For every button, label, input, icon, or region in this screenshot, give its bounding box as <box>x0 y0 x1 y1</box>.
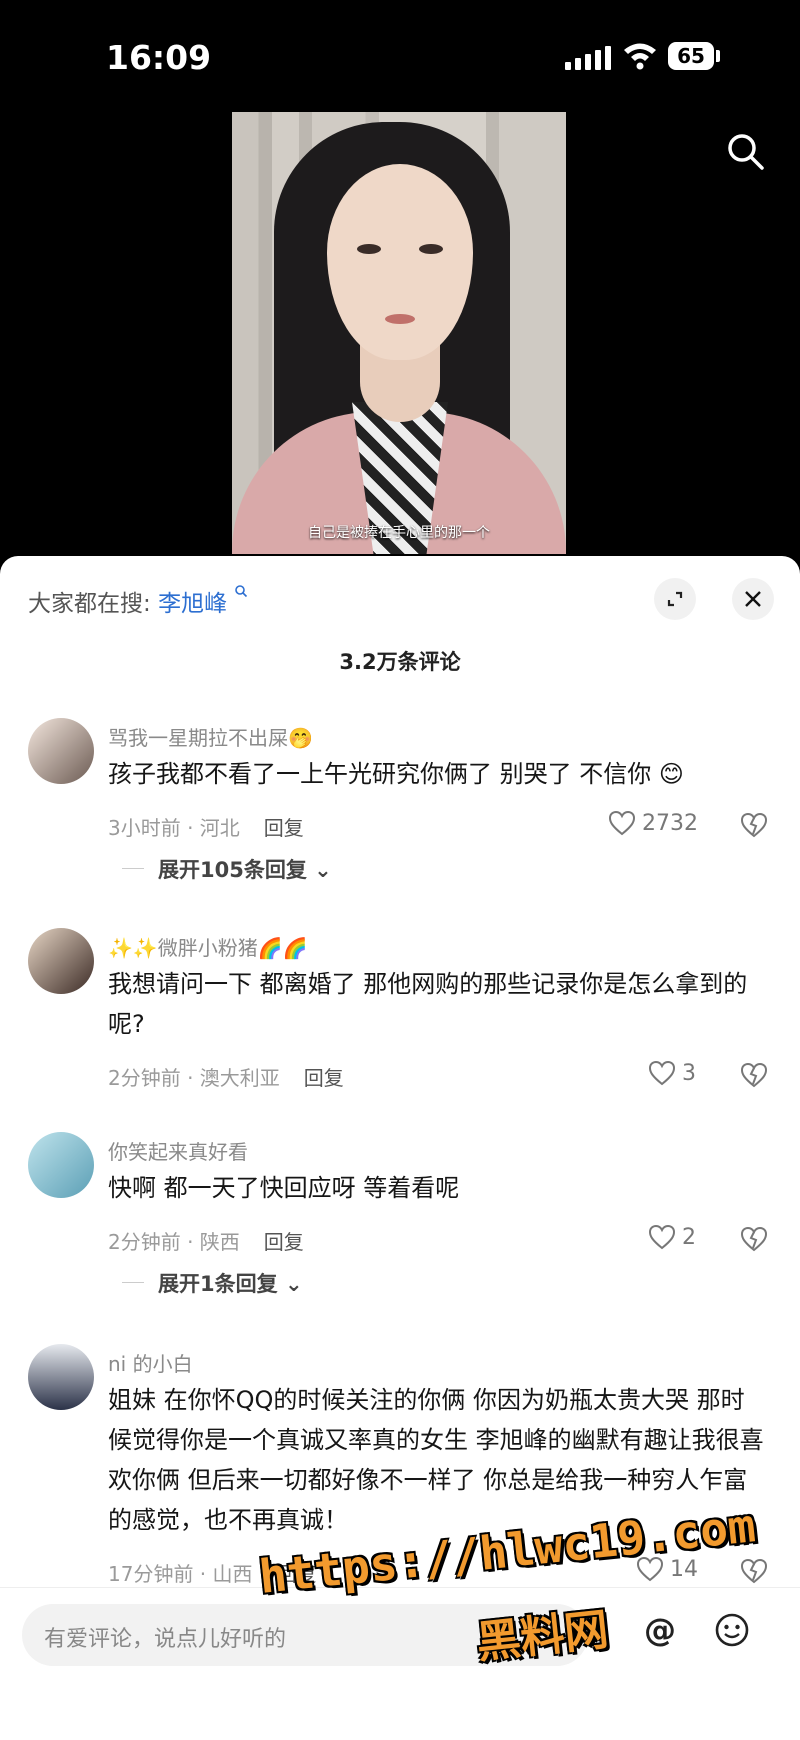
comment-time-location: 2分钟前 · 澳大利亚 <box>108 1066 280 1090</box>
heart-icon <box>648 1060 676 1086</box>
close-panel-button[interactable] <box>732 578 774 620</box>
comment-text: 孩子我都不看了一上午光研究你俩了 别哭了 不信你 😊 <box>108 760 684 788</box>
like-button[interactable]: 3 <box>648 1060 696 1086</box>
chevron-down-icon: ⌄ <box>314 858 332 882</box>
status-bar: 16:09 65 <box>0 0 800 110</box>
hot-search[interactable]: 大家都在搜: 李旭峰 <box>28 584 248 618</box>
comment-time-location: 3小时前 · 河北 <box>108 816 240 840</box>
video-subtitle: 自己是被捧在手心里的那一个 <box>308 525 490 541</box>
eye-right <box>419 244 443 254</box>
comment-input-bar: 有爱评论，说点儿好听的 @ <box>0 1587 800 1740</box>
watermark-name: 黑料网 <box>474 1604 611 1669</box>
avatar[interactable] <box>28 928 94 994</box>
comment-time-location: 17分钟前 · 山西 <box>108 1562 253 1586</box>
comment-username[interactable]: 骂我一星期拉不出屎🤭 <box>108 722 313 751</box>
reply-button[interactable]: 回复 <box>304 1066 344 1090</box>
heart-icon <box>648 1224 676 1250</box>
video-player[interactable]: 自己是被捧在手心里的那一个 <box>232 112 566 554</box>
mention-icon[interactable]: @ <box>640 1610 680 1650</box>
comment-username[interactable]: 你笑起来真好看 <box>108 1136 248 1165</box>
dislike-icon[interactable] <box>740 1226 768 1252</box>
dislike-icon[interactable] <box>740 812 768 838</box>
like-count: 3 <box>682 1060 696 1086</box>
like-button[interactable]: 2732 <box>608 810 698 836</box>
comment-text: 我想请问一下 都离婚了 那他网购的那些记录你是怎么拿到的呢? <box>108 970 748 1038</box>
expand-replies-label: 展开105条回复 <box>158 858 307 882</box>
comment-meta: 2分钟前 · 澳大利亚 回复 <box>108 1062 344 1091</box>
comment-text: 快啊 都一天了快回应呀 等着看呢 <box>108 1174 460 1202</box>
expand-replies-label: 展开1条回复 <box>158 1272 278 1296</box>
comment-input-placeholder: 有爱评论，说点儿好听的 <box>44 1627 287 1652</box>
like-count: 2732 <box>642 810 698 836</box>
status-time: 16:09 <box>106 38 212 77</box>
comment-count: 3.2万条评论 <box>339 650 461 674</box>
close-icon <box>745 591 761 607</box>
dislike-icon[interactable] <box>740 1062 768 1088</box>
avatar[interactable] <box>28 1344 94 1410</box>
signal-icon <box>565 46 611 70</box>
divider <box>122 868 144 869</box>
search-icon[interactable] <box>724 130 768 174</box>
emoji-icon[interactable] <box>712 1610 752 1650</box>
hot-search-keyword[interactable]: 李旭峰 <box>158 591 227 617</box>
smiley-icon <box>715 1613 749 1647</box>
like-count: 2 <box>682 1224 696 1250</box>
avatar[interactable] <box>28 718 94 784</box>
expand-panel-button[interactable] <box>654 578 696 620</box>
comment-username[interactable]: ✨✨微胖小粉猪🌈🌈 <box>108 932 308 961</box>
reply-button[interactable]: 回复 <box>264 1230 304 1254</box>
wifi-icon <box>624 43 656 70</box>
like-button[interactable]: 2 <box>648 1224 696 1250</box>
chevron-down-icon: ⌄ <box>284 1272 303 1296</box>
battery-icon: 65 <box>668 42 714 70</box>
dislike-icon[interactable] <box>740 1558 768 1584</box>
reply-button[interactable]: 回复 <box>264 816 304 840</box>
eye-left <box>357 244 381 254</box>
avatar[interactable] <box>28 1132 94 1198</box>
hot-search-prefix: 大家都在搜: <box>28 591 151 617</box>
comment-meta: 2分钟前 · 陕西 回复 <box>108 1226 304 1255</box>
expand-icon <box>667 591 683 607</box>
divider <box>122 1282 144 1283</box>
video-figure-face <box>327 164 473 360</box>
battery-tip <box>716 50 720 62</box>
heart-icon <box>608 810 636 836</box>
search-mini-icon <box>235 585 248 598</box>
expand-replies-button[interactable]: 展开105条回复 ⌄ <box>158 854 332 884</box>
mouth <box>385 314 415 324</box>
comment-time-location: 2分钟前 · 陕西 <box>108 1230 240 1254</box>
comment-username[interactable]: ni 的小白 <box>108 1348 193 1377</box>
comment-meta: 3小时前 · 河北 回复 <box>108 812 304 841</box>
expand-replies-button[interactable]: 展开1条回复 ⌄ <box>158 1268 303 1298</box>
